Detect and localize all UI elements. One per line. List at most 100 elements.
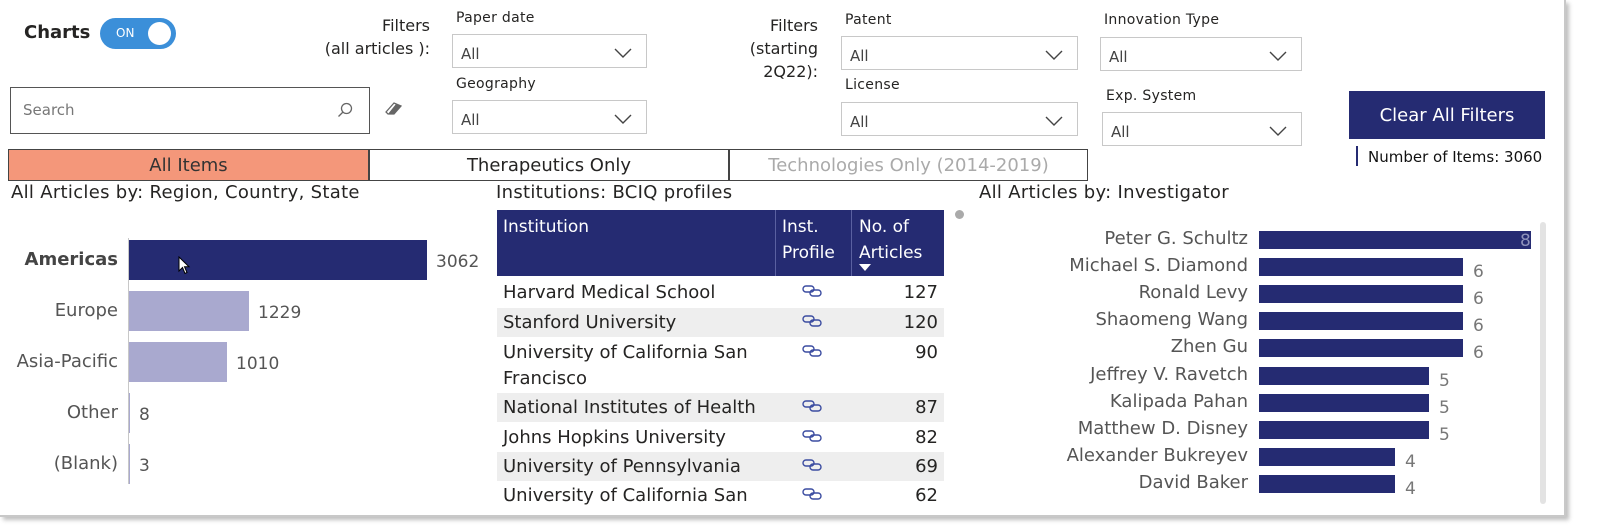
investigator-bar-label: Zhen Gu (1170, 336, 1248, 357)
institution-name-line2: Francisco (503, 368, 588, 389)
institution-name-line1: Stanford University (503, 312, 677, 333)
region-bar-label: Asia-Pacific (16, 351, 118, 372)
link-icon[interactable] (802, 487, 822, 501)
tab-therapeutics-only[interactable]: Therapeutics Only (369, 149, 729, 181)
toggle-knob (148, 22, 171, 45)
investigator-bar-label: Shaomeng Wang (1095, 309, 1248, 330)
tab-technologies-only[interactable]: Technologies Only (2014-2019) (729, 149, 1088, 181)
investigator-bar-label: Matthew D. Disney (1077, 418, 1248, 439)
paper-date-value: All (461, 45, 480, 63)
item-count: Number of Items: 3060 (1368, 148, 1543, 166)
investigator-chart-title: All Articles by: Investigator (979, 182, 1229, 203)
chevron-down-icon (1269, 126, 1287, 136)
investigator-bar-value: 4 (1405, 452, 1416, 472)
investigator-bar[interactable] (1259, 258, 1463, 276)
investigator-bar[interactable] (1259, 421, 1429, 439)
investigator-bar[interactable] (1259, 448, 1395, 466)
investigator-bar-label: Peter G. Schultz (1104, 228, 1248, 249)
search-input[interactable] (23, 98, 323, 122)
link-icon[interactable] (802, 458, 822, 472)
paper-date-dropdown[interactable]: All (452, 34, 647, 68)
investigator-bar[interactable] (1259, 285, 1463, 303)
filters-all-line2: (all articles ): (324, 39, 430, 58)
article-count: 82 (915, 427, 938, 448)
region-bar-value: 1010 (236, 354, 280, 374)
innovation-type-dropdown[interactable]: All (1100, 37, 1302, 71)
investigator-bar-value: 5 (1439, 371, 1450, 391)
chevron-down-icon (1045, 116, 1063, 126)
license-value: All (850, 113, 869, 131)
col-separator (851, 210, 852, 276)
patent-dropdown[interactable]: All (841, 36, 1078, 70)
investigator-bar[interactable] (1259, 475, 1395, 493)
vertical-scrollbar[interactable] (1540, 222, 1546, 504)
link-icon[interactable] (802, 314, 822, 328)
table-row[interactable]: University of California San Francisco 90 (497, 338, 944, 393)
paper-date-label: Paper date (456, 10, 535, 26)
innovation-type-label: Innovation Type (1104, 12, 1220, 28)
article-count: 62 (915, 485, 938, 506)
investigator-bar-value: 8 (1520, 231, 1531, 251)
region-bar[interactable] (129, 393, 130, 433)
investigator-bar[interactable] (1259, 231, 1531, 249)
col-header-articles-line2: Articles (859, 243, 923, 263)
charts-toggle-label: Charts (24, 22, 91, 43)
investigator-bar[interactable] (1259, 312, 1463, 330)
link-icon[interactable] (802, 429, 822, 443)
chevron-down-icon (1269, 51, 1287, 61)
investigator-bar[interactable] (1259, 394, 1429, 412)
patent-label: Patent (845, 12, 892, 28)
clear-all-filters-button[interactable]: Clear All Filters (1349, 91, 1545, 139)
table-row[interactable]: Johns Hopkins University 82 (497, 423, 944, 452)
exp-system-dropdown[interactable]: All (1102, 112, 1302, 146)
region-bar-value: 3062 (436, 252, 480, 272)
region-bar[interactable] (129, 342, 227, 382)
article-count: 87 (915, 397, 938, 418)
region-bar-value: 8 (139, 405, 150, 425)
chevron-down-icon (1045, 50, 1063, 60)
institution-name-line1: Johns Hopkins University (503, 427, 726, 448)
col-header-inst-profile-line2: Profile (782, 243, 835, 263)
region-bar[interactable] (129, 444, 130, 484)
table-row[interactable]: Stanford University 120 (497, 308, 944, 337)
table-row[interactable]: National Institutes of Health 87 (497, 393, 944, 422)
eraser-icon[interactable] (384, 100, 404, 116)
exp-system-label: Exp. System (1106, 88, 1197, 104)
region-bar[interactable] (129, 240, 427, 280)
tab-all-items[interactable]: All Items (8, 149, 369, 181)
col-header-inst-profile[interactable]: Inst. Profile (782, 214, 835, 266)
charts-toggle[interactable]: ON (100, 18, 176, 49)
investigator-bar-value: 6 (1473, 343, 1484, 363)
investigator-bar-label: David Baker (1138, 472, 1248, 493)
table-row[interactable]: Harvard Medical School 127 (497, 278, 944, 307)
link-icon[interactable] (802, 399, 822, 413)
sort-descending-icon (859, 264, 871, 271)
investigator-bar-value: 6 (1473, 262, 1484, 282)
institutions-table-header: Institution Inst. Profile No. of Article… (497, 210, 944, 276)
more-options-dot[interactable] (955, 210, 964, 219)
col-header-institution[interactable]: Institution (503, 214, 589, 240)
search-icon (338, 102, 353, 117)
institutions-title: Institutions: BCIQ profiles (496, 182, 733, 203)
filters-all-label: Filters (all articles ): (318, 14, 430, 60)
col-header-articles[interactable]: No. of Articles (859, 214, 922, 266)
link-icon[interactable] (802, 284, 822, 298)
investigator-bar-label: Ronald Levy (1138, 282, 1248, 303)
article-count: 127 (903, 282, 938, 303)
table-row[interactable]: University of California San 62 (497, 481, 944, 510)
geography-dropdown[interactable]: All (452, 100, 647, 134)
institution-name: University of California San Francisco (503, 340, 748, 392)
license-dropdown[interactable]: All (841, 102, 1078, 136)
investigator-bar-value: 5 (1439, 425, 1450, 445)
region-bar[interactable] (129, 291, 249, 331)
filters-2q22-line1: Filters (770, 16, 818, 35)
search-box[interactable] (10, 87, 370, 134)
col-header-articles-line1: No. of (859, 217, 910, 237)
table-row[interactable]: University of Pennsylvania 69 (497, 452, 944, 481)
region-bar-label: (Blank) (53, 453, 118, 474)
investigator-bar-label: Kalipada Pahan (1109, 391, 1248, 412)
license-label: License (845, 77, 900, 93)
investigator-bar[interactable] (1259, 367, 1429, 385)
investigator-bar[interactable] (1259, 339, 1463, 357)
link-icon[interactable] (802, 344, 822, 358)
